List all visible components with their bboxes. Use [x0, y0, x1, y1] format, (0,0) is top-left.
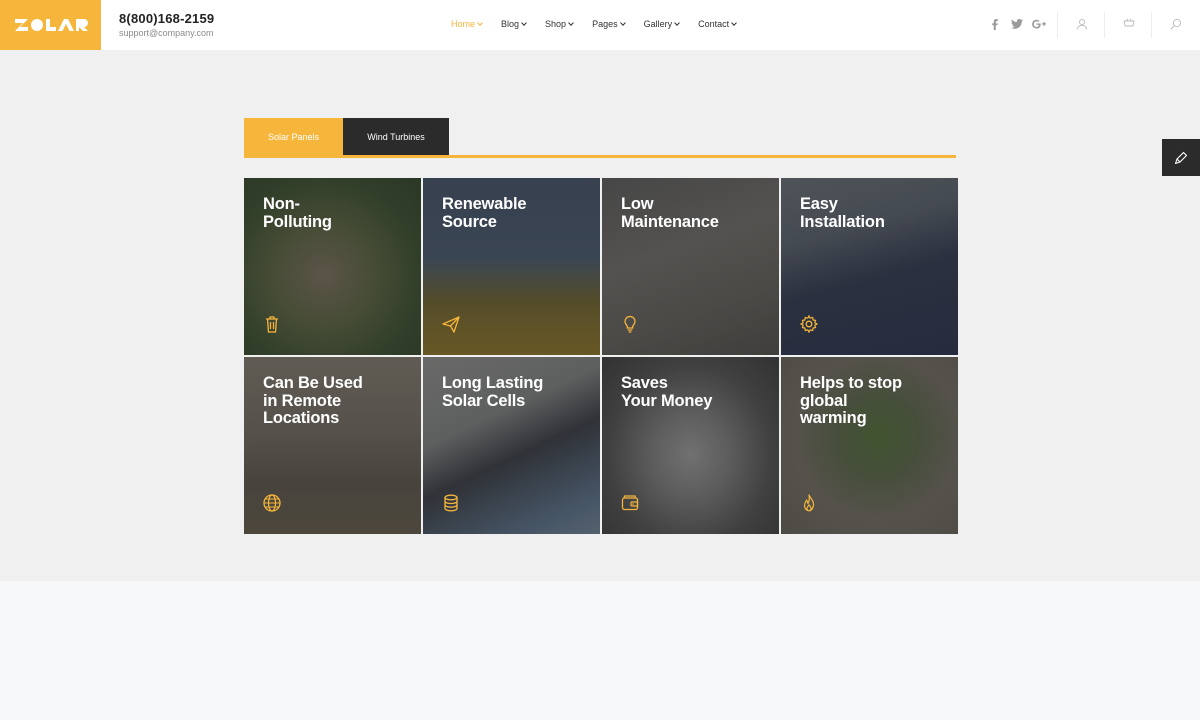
nav-blog[interactable]: Blog: [501, 18, 527, 30]
google-plus-icon[interactable]: [1031, 16, 1047, 32]
tile-title: Low Maintenance: [621, 195, 719, 231]
wallet-icon: [620, 493, 640, 513]
feature-tile-non-polluting[interactable]: Non- Polluting: [244, 178, 421, 355]
trash-icon: [262, 314, 282, 334]
contact-info: 8(800)168-2159 support@company.com: [119, 11, 214, 39]
paper-plane-icon: [441, 314, 461, 334]
nav-blog-label: Blog: [501, 19, 520, 29]
database-icon: [441, 493, 461, 513]
feature-tile-global-warming[interactable]: Helps to stop global warming: [781, 357, 958, 534]
nav-contact-label: Contact: [698, 19, 730, 29]
nav-home[interactable]: Home: [451, 18, 483, 30]
tile-title: Easy Installation: [800, 195, 885, 231]
nav-shop[interactable]: Shop: [545, 18, 574, 30]
nav-pages-label: Pages: [592, 19, 618, 29]
main-nav: Home Blog Shop Pages Gallery Contact: [451, 18, 755, 30]
tile-title: Long Lasting Solar Cells: [442, 374, 544, 410]
nav-pages[interactable]: Pages: [592, 18, 626, 30]
gear-icon: [799, 314, 819, 334]
chevron-down-icon: [477, 19, 483, 26]
user-icon[interactable]: [1076, 17, 1090, 31]
tab-solar-panels[interactable]: Solar Panels: [244, 118, 343, 155]
chevron-down-icon: [521, 19, 527, 26]
header-divider: [1057, 12, 1058, 38]
globe-icon: [262, 493, 282, 513]
tile-title: Can Be Used in Remote Locations: [263, 374, 363, 427]
cart-icon[interactable]: [1123, 17, 1137, 31]
chevron-down-icon: [674, 19, 680, 26]
category-tabs: Solar Panels Wind Turbines: [244, 118, 449, 155]
nav-home-label: Home: [451, 19, 476, 29]
flame-icon: [799, 493, 819, 513]
feature-tile-renewable-source[interactable]: Renewable Source: [423, 178, 600, 355]
facebook-icon[interactable]: [987, 16, 1003, 32]
nav-shop-label: Shop: [545, 19, 567, 29]
feature-tile-long-lasting-solar-cells[interactable]: Long Lasting Solar Cells: [423, 357, 600, 534]
twitter-icon[interactable]: [1009, 16, 1025, 32]
support-email[interactable]: support@company.com: [119, 27, 214, 39]
feature-tile-remote-locations[interactable]: Can Be Used in Remote Locations: [244, 357, 421, 534]
customizer-button[interactable]: [1162, 139, 1200, 176]
nav-contact[interactable]: Contact: [698, 18, 737, 30]
nav-gallery-label: Gallery: [643, 19, 673, 29]
site-header: 8(800)168-2159 support@company.com Home …: [0, 0, 1200, 50]
logo-wordmark: [14, 19, 88, 31]
search-icon[interactable]: [1170, 17, 1184, 31]
tile-title: Non- Polluting: [263, 195, 332, 231]
chevron-down-icon: [568, 19, 574, 26]
tab-underline: [244, 155, 956, 158]
feature-tile-saves-your-money[interactable]: Saves Your Money: [602, 357, 779, 534]
feature-tile-low-maintenance[interactable]: Low Maintenance: [602, 178, 779, 355]
logo[interactable]: [0, 0, 101, 50]
nav-gallery[interactable]: Gallery: [644, 18, 680, 30]
feature-tile-easy-installation[interactable]: Easy Installation: [781, 178, 958, 355]
chevron-down-icon: [731, 19, 737, 26]
features-grid: Non- Polluting Renewable Source Low Main…: [244, 178, 958, 534]
tab-wind-turbines[interactable]: Wind Turbines: [343, 118, 449, 155]
header-divider: [1104, 12, 1105, 38]
brush-icon: [1174, 151, 1188, 164]
tile-title: Renewable Source: [442, 195, 527, 231]
tile-title: Saves Your Money: [621, 374, 713, 410]
tile-title: Helps to stop global warming: [800, 374, 902, 427]
phone-number[interactable]: 8(800)168-2159: [119, 11, 214, 27]
lightbulb-icon: [620, 314, 640, 334]
chevron-down-icon: [619, 19, 626, 26]
header-divider: [1151, 12, 1152, 38]
